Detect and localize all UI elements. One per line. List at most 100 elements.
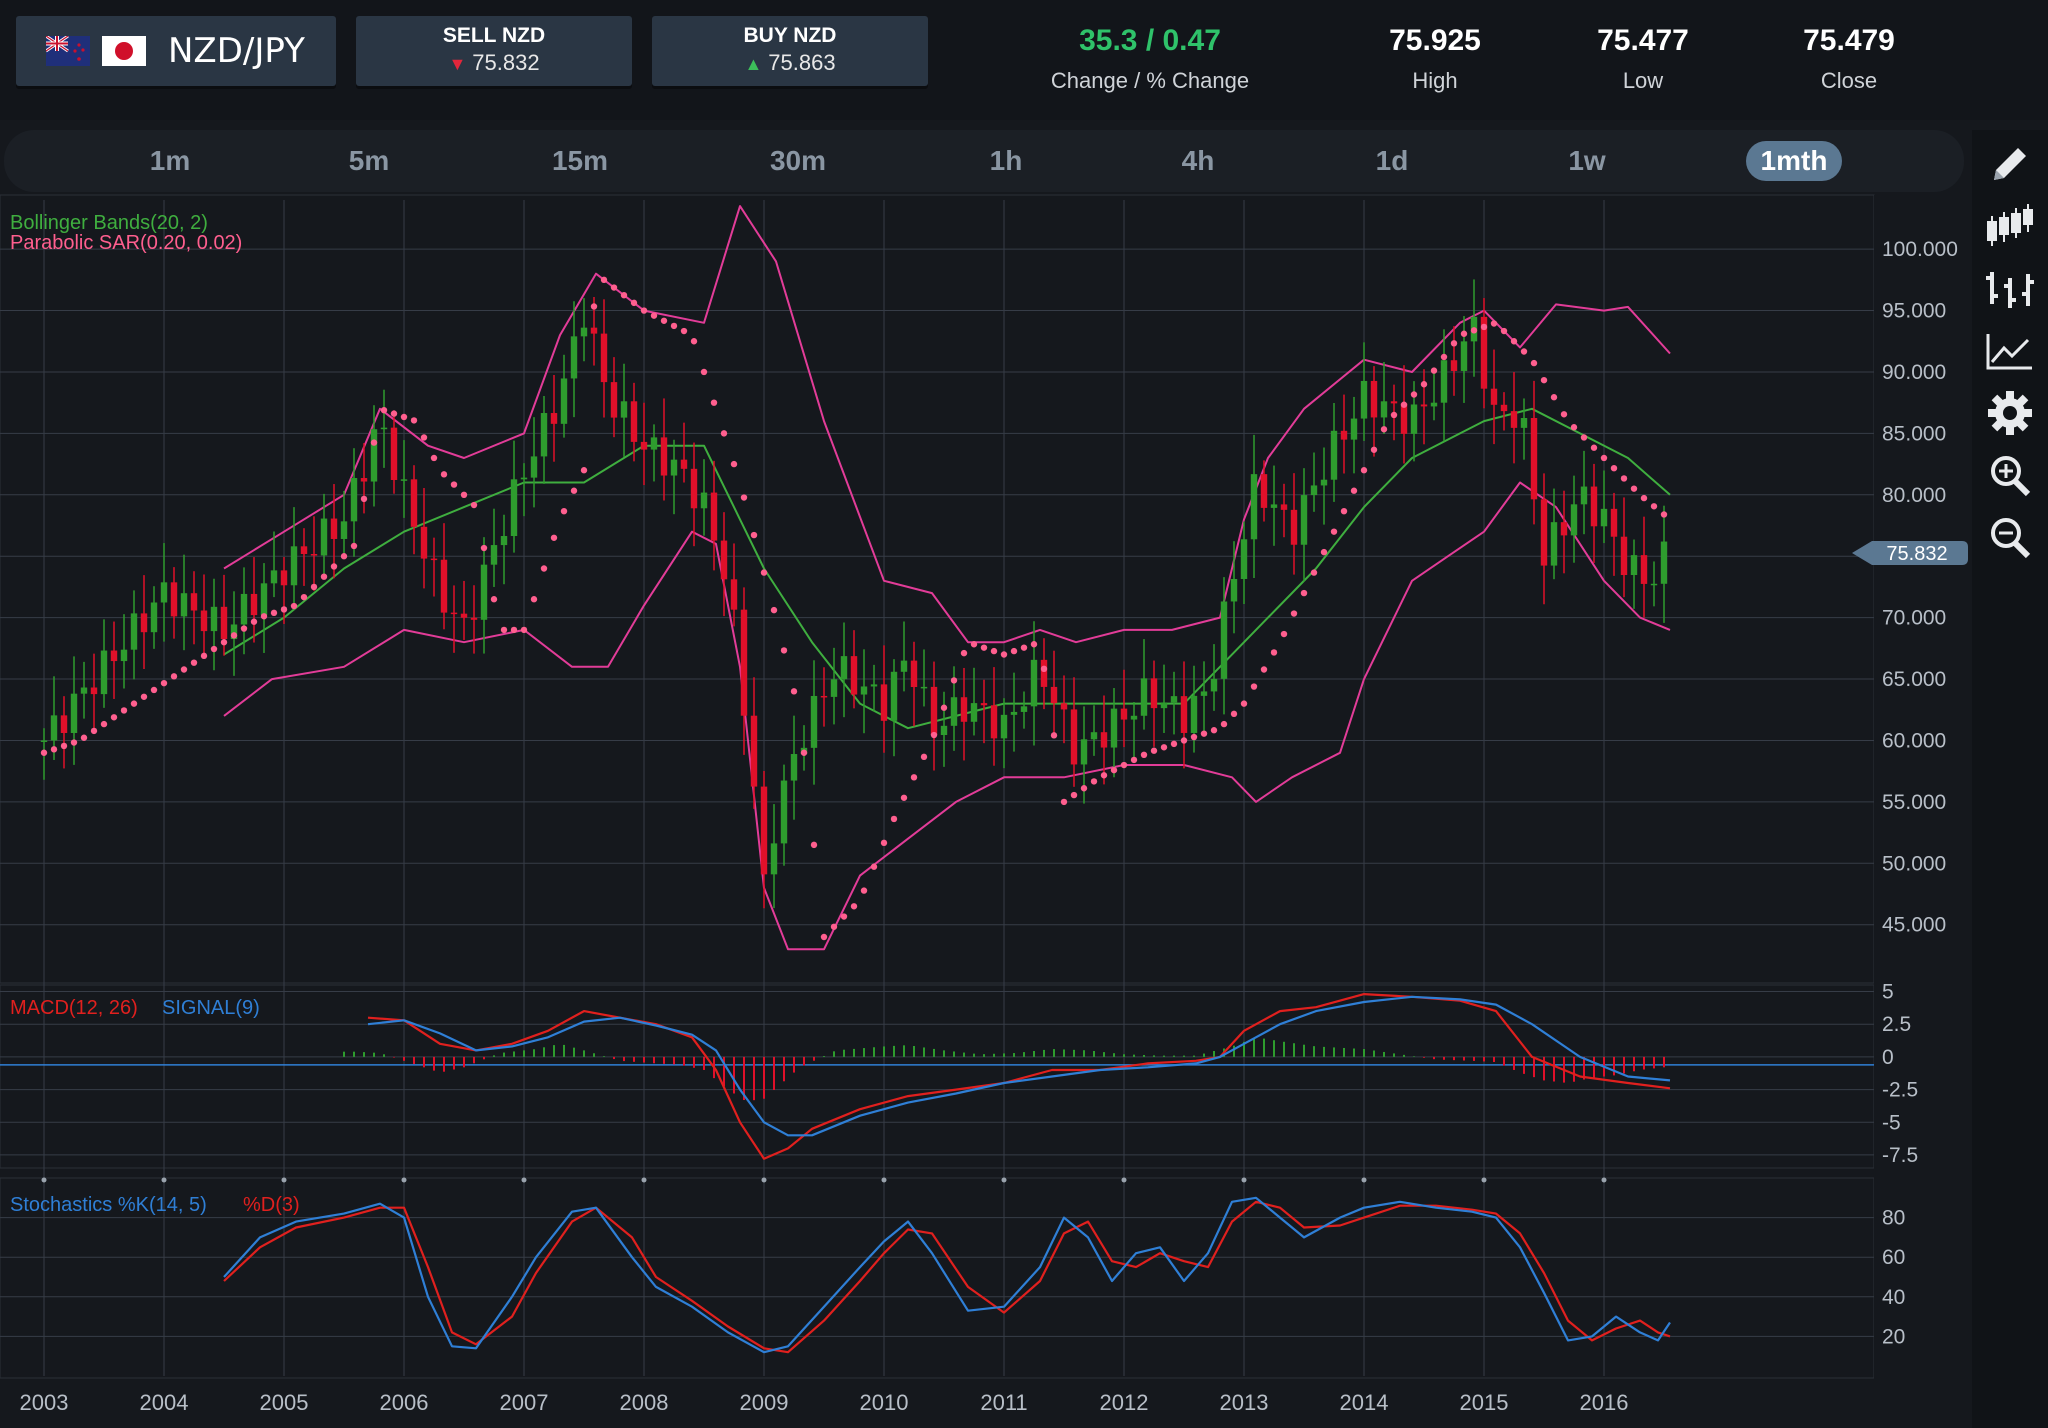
y-tick-label: 100.000 <box>1882 238 1958 261</box>
candle-body <box>1530 417 1538 500</box>
current-price-tag: 75.832 <box>1852 541 1968 565</box>
candle-body <box>560 378 568 424</box>
candle-body <box>1320 479 1328 486</box>
candle-body <box>980 703 988 706</box>
timeframe-1h[interactable]: 1h <box>956 141 1056 181</box>
sar-dot <box>1000 651 1008 658</box>
timeframe-15m[interactable]: 15m <box>525 141 635 181</box>
candle-body <box>390 427 398 481</box>
candle-body <box>50 715 58 741</box>
candle-body <box>990 705 998 739</box>
separator-dot <box>641 1177 647 1183</box>
candle-body <box>1000 714 1008 739</box>
ohlc-bars-icon[interactable] <box>1982 264 2038 314</box>
sar-dot <box>500 626 508 634</box>
separator-dot <box>521 1177 527 1183</box>
sar-dot <box>1060 798 1068 806</box>
candle-body <box>1250 474 1258 540</box>
change-stat: 35.3 / 0.47 Change / % Change <box>1030 24 1270 94</box>
candle-body <box>350 478 358 522</box>
candle-body <box>1220 601 1228 679</box>
sar-dot <box>690 338 698 345</box>
sell-title: SELL NZD <box>442 24 546 47</box>
x-tick-label: 2010 <box>860 1390 909 1415</box>
candle-body <box>1460 341 1468 371</box>
candle-body <box>970 703 978 722</box>
timeframe-1d[interactable]: 1d <box>1342 141 1442 181</box>
line-chart-icon[interactable] <box>1982 326 2038 376</box>
x-tick-label: 2004 <box>140 1390 189 1415</box>
candle-body <box>1370 380 1378 418</box>
zoom-out-icon[interactable] <box>1982 512 2038 562</box>
candle-body <box>640 441 648 450</box>
sar-dot <box>230 632 238 639</box>
sar-dot <box>680 327 688 335</box>
sar-dot <box>990 647 998 655</box>
timeframe-4h[interactable]: 4h <box>1148 141 1248 181</box>
candle-body <box>340 521 348 539</box>
candle-body <box>910 660 918 688</box>
zoom-in-icon[interactable] <box>1982 450 2038 500</box>
sar-dot <box>1570 424 1578 431</box>
candle-body <box>1280 504 1288 510</box>
candle-body <box>920 686 928 689</box>
sar-dot <box>1530 359 1538 367</box>
candle-body <box>1650 583 1658 586</box>
sar-dot <box>300 593 308 601</box>
buy-button[interactable]: BUY NZD ▲ 75.863 <box>652 16 928 86</box>
candle-body <box>1380 401 1388 418</box>
candle-body <box>460 613 468 618</box>
x-tick-label: 2014 <box>1340 1390 1389 1415</box>
candle-body <box>310 554 318 556</box>
timeframe-30m[interactable]: 30m <box>743 141 853 181</box>
candle-body <box>1340 430 1348 440</box>
timeframe-1mth[interactable]: 1mth <box>1746 141 1842 181</box>
sar-dot <box>1600 454 1608 462</box>
sell-button[interactable]: SELL NZD ▼ 75.832 <box>356 16 632 86</box>
sar-dot <box>820 933 828 941</box>
sar-dot <box>1620 475 1628 482</box>
candle-body <box>60 715 68 733</box>
pencil-icon[interactable] <box>1982 140 2038 190</box>
candle-body <box>580 327 588 337</box>
x-tick-label: 2011 <box>980 1390 1027 1415</box>
sar-dot <box>1390 411 1398 419</box>
candle-body <box>1060 703 1068 710</box>
y-tick-label: 95.000 <box>1882 300 1946 323</box>
sar-dot <box>1230 710 1238 718</box>
x-tick-label: 2012 <box>1100 1390 1149 1415</box>
candlestick-icon[interactable] <box>1982 202 2038 252</box>
sar-dot <box>620 291 628 299</box>
candle-body <box>500 536 508 546</box>
sar-dot <box>490 596 498 603</box>
sar-dot <box>1610 464 1618 472</box>
sar-dot <box>900 794 908 801</box>
sar-dot <box>590 303 598 310</box>
x-tick-label: 2007 <box>500 1390 549 1415</box>
sar-dot <box>1520 348 1528 355</box>
separator-dot <box>1481 1177 1487 1183</box>
candle-body <box>1300 495 1308 545</box>
timeframe-1w[interactable]: 1w <box>1537 141 1637 181</box>
sar-dot <box>1540 376 1548 384</box>
candle-body <box>370 429 378 482</box>
sar-dot <box>1220 720 1228 728</box>
change-value: 35.3 / 0.47 <box>1079 24 1221 57</box>
timeframe-5m[interactable]: 5m <box>319 141 419 181</box>
gear-icon[interactable] <box>1982 388 2038 438</box>
sar-dot <box>370 439 378 446</box>
sar-dot <box>910 774 918 781</box>
candle-body <box>1350 418 1358 440</box>
candle-body <box>700 492 708 509</box>
new-zealand-flag-icon <box>46 36 90 66</box>
sar-dot <box>670 322 678 330</box>
y-tick-label: 80.000 <box>1882 484 1946 507</box>
candle-body <box>420 526 428 559</box>
currency-pair-selector[interactable]: NZD/JPY <box>16 16 336 86</box>
timeframe-1m[interactable]: 1m <box>120 141 220 181</box>
sar-dot <box>1360 467 1368 474</box>
macd-line <box>367 992 1671 1160</box>
separator-dot <box>161 1177 167 1183</box>
candle-body <box>1610 508 1618 537</box>
candle-body <box>850 656 858 695</box>
